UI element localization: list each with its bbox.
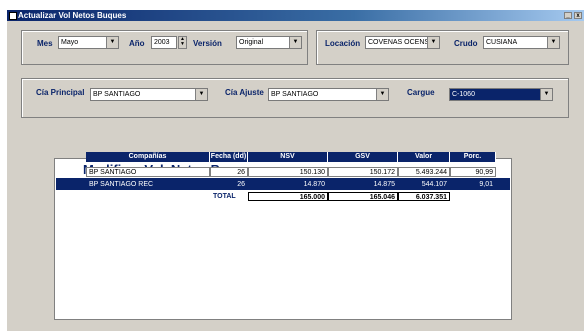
cell-company[interactable]: BP SANTIAGO bbox=[86, 167, 210, 177]
chevron-down-icon[interactable]: ▼ bbox=[376, 89, 388, 100]
cell-porc[interactable]: 9,01 bbox=[450, 179, 496, 189]
cell-gsv[interactable]: 150.172 bbox=[328, 167, 398, 177]
col-header-companias[interactable]: Compañías bbox=[86, 152, 210, 162]
close-icon[interactable]: x bbox=[574, 12, 582, 19]
chevron-down-icon[interactable]: ▼ bbox=[289, 37, 301, 48]
version-label: Versión bbox=[193, 39, 222, 48]
chevron-down-icon[interactable]: ▼ bbox=[547, 37, 559, 48]
cell-gsv[interactable]: 14.875 bbox=[328, 179, 398, 189]
col-header-fecha[interactable]: Fecha (dd) bbox=[210, 152, 248, 162]
mes-label: Mes bbox=[37, 39, 53, 48]
minimize-icon[interactable]: _ bbox=[564, 12, 572, 19]
cell-fecha[interactable]: 26 bbox=[210, 167, 248, 177]
cargue-select[interactable]: C-1060 ▼ bbox=[449, 88, 553, 101]
cia-principal-label: Cía Principal bbox=[36, 88, 85, 97]
crudo-select[interactable]: CUSIANA ▼ bbox=[483, 36, 560, 49]
anio-label: Año bbox=[129, 39, 145, 48]
app-icon bbox=[9, 12, 17, 20]
version-select[interactable]: Original ▼ bbox=[236, 36, 302, 49]
total-gsv: 165.046 bbox=[328, 192, 398, 201]
total-label: TOTAL bbox=[213, 193, 236, 200]
cia-ajuste-select[interactable]: BP SANTIAGO ▼ bbox=[268, 88, 389, 101]
col-header-nsv[interactable]: NSV bbox=[248, 152, 328, 162]
cell-porc[interactable]: 90,99 bbox=[450, 167, 496, 177]
col-header-valor[interactable]: Valor bbox=[398, 152, 450, 162]
title-bar: Actualizar Vol Netos Buques _ x bbox=[7, 10, 584, 21]
cell-fecha[interactable]: 26 bbox=[210, 179, 248, 189]
cia-principal-select[interactable]: BP SANTIAGO ▼ bbox=[90, 88, 208, 101]
anio-spinner-icon[interactable]: ▲ ▼ bbox=[178, 36, 187, 49]
total-nsv: 165.000 bbox=[248, 192, 328, 201]
cell-valor[interactable]: 5.493.244 bbox=[398, 167, 450, 177]
cell-nsv[interactable]: 14.870 bbox=[248, 179, 328, 189]
chevron-down-icon[interactable]: ▼ bbox=[106, 37, 118, 48]
window-title: Actualizar Vol Netos Buques bbox=[18, 11, 127, 20]
crudo-label: Crudo bbox=[454, 39, 478, 48]
cell-valor[interactable]: 544.107 bbox=[398, 179, 450, 189]
cargue-label: Cargue bbox=[407, 88, 435, 97]
cia-ajuste-label: Cía Ajuste bbox=[225, 88, 264, 97]
locacion-select[interactable]: COVENAS OCENSA ▼ bbox=[365, 36, 440, 49]
locacion-label: Locación bbox=[325, 39, 361, 48]
col-header-gsv[interactable]: GSV bbox=[328, 152, 398, 162]
cell-nsv[interactable]: 150.130 bbox=[248, 167, 328, 177]
total-valor: 6.037.351 bbox=[398, 192, 450, 201]
col-header-porc[interactable]: Porc. bbox=[450, 152, 496, 162]
chevron-down-icon[interactable]: ▼ bbox=[540, 89, 552, 100]
mes-select[interactable]: Mayo ▼ bbox=[58, 36, 119, 49]
chevron-down-icon[interactable]: ▼ bbox=[195, 89, 207, 100]
chevron-down-icon[interactable]: ▼ bbox=[427, 37, 439, 48]
anio-input[interactable]: 2003 bbox=[151, 36, 177, 49]
cell-company[interactable]: BP SANTIAGO REC bbox=[86, 179, 210, 189]
